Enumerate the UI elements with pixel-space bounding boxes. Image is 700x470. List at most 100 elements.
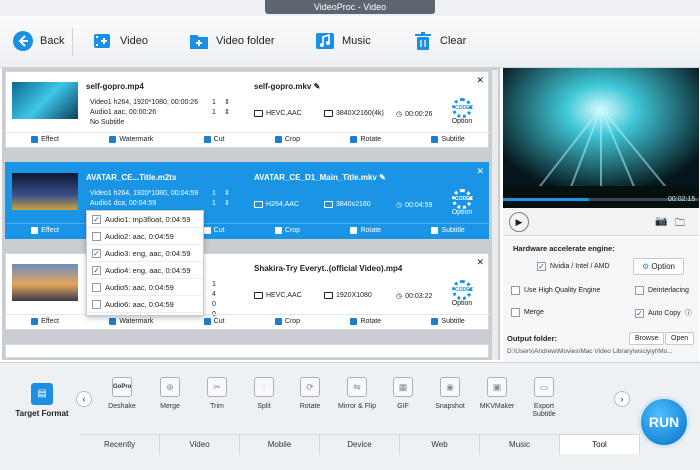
checkbox[interactable]: ✓ (92, 214, 101, 224)
cut-button[interactable]: Cut (203, 227, 225, 234)
cut-button[interactable]: Cut (203, 318, 225, 325)
back-button[interactable]: Back (12, 30, 64, 52)
rotate-button[interactable]: Rotate (350, 318, 381, 325)
output-filename[interactable]: AVATAR_CE_D1_Main_Title.mkv ✎ (254, 173, 386, 182)
audio-track-option[interactable]: ✓ Audio1: mp3float, 0:04:59 (87, 211, 203, 228)
snapshot-icon[interactable]: 📷 (655, 216, 667, 227)
video-stepper[interactable]: ⇕ (224, 189, 230, 198)
rotate-button[interactable]: Rotate (350, 227, 381, 234)
video-item-selected[interactable]: AVATAR_CE...Title.m2ts Video1 h264, 1920… (5, 162, 490, 239)
video-item[interactable]: Shakira-Try Everyt..(official Video).mp4… (5, 253, 490, 330)
tool-snapshot[interactable]: ◉ Snapshot (430, 377, 470, 411)
scroll-right-icon[interactable]: › (614, 391, 630, 407)
tool-split[interactable]: ⫶ Split (244, 377, 284, 411)
add-video-button[interactable]: Video (92, 30, 148, 52)
tab-device[interactable]: Device (320, 435, 400, 454)
codec-option-button[interactable]: CODEC Option (450, 189, 474, 223)
rotate-button[interactable]: Rotate (350, 136, 381, 143)
checkbox[interactable]: ✓ (92, 265, 101, 275)
audio-track-option[interactable]: Audio6: aac, 0:04:59 (87, 296, 203, 313)
help-icon[interactable]: ⓘ (685, 308, 692, 318)
effect-button[interactable]: Effect (31, 318, 59, 325)
cut-button[interactable]: Cut (203, 136, 225, 143)
tool-rotate[interactable]: ⟳ Rotate (290, 377, 330, 411)
crop-button[interactable]: Crop (274, 136, 300, 143)
audio-track-option[interactable]: Audio5: aac, 0:04:59 (87, 279, 203, 296)
close-icon[interactable]: ✕ (476, 75, 484, 86)
tool-mirror-flip[interactable]: ⇋ Mirror & Flip (337, 377, 377, 411)
codec-option-button[interactable]: CODEC Option (450, 98, 474, 132)
subtitle-button[interactable]: Subtitle (431, 318, 465, 325)
checkbox[interactable] (511, 286, 520, 295)
audio-track-option[interactable]: ✓ Audio4: eng, aac, 0:04:59 (87, 262, 203, 279)
add-video-folder-button[interactable]: Video folder (188, 30, 275, 52)
tab-mobile[interactable]: Mobile (240, 435, 320, 454)
close-icon[interactable]: ✕ (476, 166, 484, 177)
watermark-button[interactable]: Watermark (109, 136, 153, 143)
output-filename[interactable]: Shakira-Try Everyt..(official Video).mp4 (254, 264, 402, 273)
effect-icon (31, 318, 39, 325)
checkbox[interactable] (92, 282, 101, 292)
checkbox[interactable] (92, 299, 101, 309)
checkbox[interactable]: ✓ (635, 308, 644, 318)
checkbox[interactable]: ✓ (92, 248, 101, 258)
audio-track-count: 1 (212, 109, 216, 116)
tool-trim[interactable]: ✂ Trim (197, 377, 237, 411)
video-stepper[interactable]: ⇕ (224, 98, 230, 107)
watermark-button[interactable]: Watermark (109, 318, 153, 325)
hw-option-button[interactable]: ⚙ Option (633, 258, 684, 275)
tool-gif[interactable]: ▦ GIF (383, 377, 423, 411)
close-icon[interactable]: ✕ (476, 257, 484, 268)
tool-mkvmaker[interactable]: ▣ MKVMaker (477, 377, 517, 411)
crop-button[interactable]: Crop (274, 318, 300, 325)
deinterlacing-checkbox[interactable]: Deinterlacing (635, 286, 689, 295)
codec-option-button[interactable]: CODEC Option (450, 280, 474, 314)
track-count: 1 (212, 281, 216, 288)
scroll-left-icon[interactable]: ‹ (76, 391, 92, 407)
browse-button[interactable]: Browse (629, 332, 665, 345)
tool-deshake[interactable]: GoPro Deshake (102, 377, 142, 411)
tab-web[interactable]: Web (400, 435, 480, 454)
output-path[interactable]: D:\Users\Andrew\Movies\Mac Video Library… (507, 348, 697, 355)
edit-icon[interactable]: ✎ (314, 82, 321, 91)
audio-track-option[interactable]: Audio2: aac, 0:04:59 (87, 228, 203, 245)
audio-stepper[interactable]: ⇕ (224, 199, 230, 208)
checkbox[interactable]: ✓ (537, 262, 546, 271)
tab-video[interactable]: Video (160, 435, 240, 454)
play-icon[interactable]: ▶ (509, 212, 529, 232)
list-scrollbar[interactable] (492, 70, 498, 360)
hw-accel-checkbox[interactable]: ✓ Nvidia / Intel / AMD (537, 262, 610, 271)
video-item[interactable]: self-gopro.mp4 Video1 h264, 1920*1080, 0… (5, 71, 490, 148)
high-quality-checkbox[interactable]: Use High Quality Engine (511, 286, 600, 295)
edit-icon[interactable]: ✎ (379, 173, 386, 182)
audio-stepper[interactable]: ⇕ (224, 108, 230, 117)
tool-export-subtitle[interactable]: ▭ Export Subtitle (524, 377, 564, 419)
audio-track-option[interactable]: ✓ Audio3: eng, aac, 0:04:59 (87, 245, 203, 262)
run-button[interactable]: RUN (638, 396, 690, 448)
tool-merge[interactable]: ⊕ Merge (150, 377, 190, 411)
open-button[interactable]: Open (665, 332, 695, 345)
scissors-icon (203, 318, 211, 325)
output-filename[interactable]: self-gopro.mkv ✎ (254, 82, 320, 91)
clear-button[interactable]: Clear (412, 30, 466, 52)
merge-checkbox[interactable]: Merge (511, 308, 544, 317)
crop-button[interactable]: Crop (274, 227, 300, 234)
subtitle-button[interactable]: Subtitle (431, 136, 465, 143)
source-filename: self-gopro.mp4 (86, 82, 144, 91)
checkbox[interactable] (92, 231, 101, 241)
tab-recently[interactable]: Recently (80, 435, 160, 454)
target-format-button[interactable]: ▤ Target Format (12, 383, 72, 418)
tab-tool[interactable]: Tool (560, 435, 640, 454)
folder-icon[interactable]: 🗀 (675, 216, 685, 233)
codec-info: H264,AAC (254, 201, 299, 208)
subtitle-button[interactable]: Subtitle (431, 227, 465, 234)
checkbox[interactable] (635, 286, 644, 295)
add-music-button[interactable]: Music (314, 30, 371, 52)
checkbox[interactable] (511, 308, 520, 317)
effect-button[interactable]: Effect (31, 227, 59, 234)
music-add-icon (316, 33, 334, 49)
autocopy-checkbox[interactable]: ✓ Auto Copy ⓘ (635, 308, 692, 318)
video-item-partial[interactable] (5, 344, 489, 358)
tab-music[interactable]: Music (480, 435, 560, 454)
effect-button[interactable]: Effect (31, 136, 59, 143)
